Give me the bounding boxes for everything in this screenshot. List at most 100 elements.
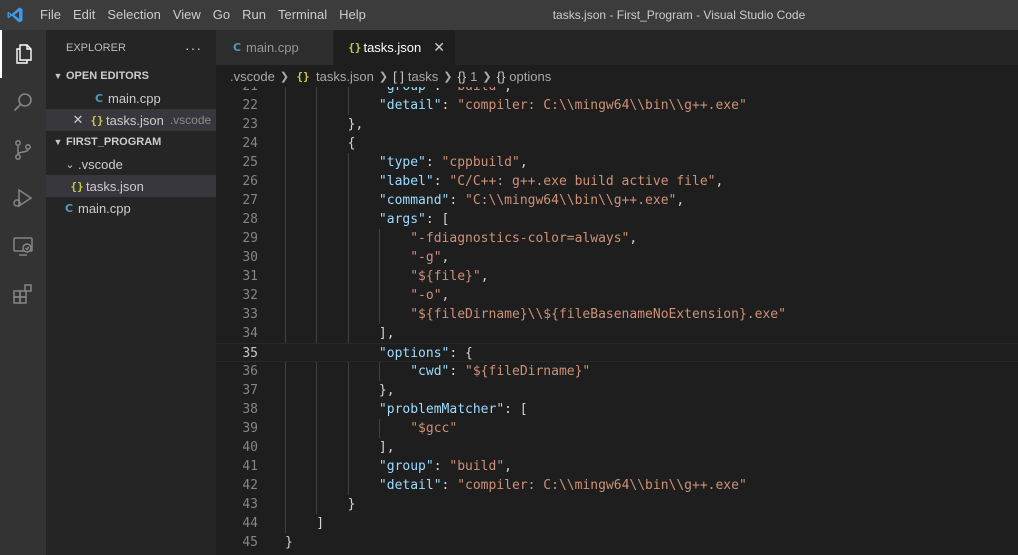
code-line[interactable]: 34 ],	[216, 324, 1018, 343]
code-line[interactable]: 28 "args": [	[216, 210, 1018, 229]
code-line[interactable]: 41 "group": "build",	[216, 457, 1018, 476]
code-line[interactable]: 39 "$gcc"	[216, 419, 1018, 438]
folder-title: FIRST_PROGRAM	[66, 136, 162, 148]
code-line[interactable]: 29 "-fdiagnostics-color=always",	[216, 229, 1018, 248]
search-icon[interactable]	[0, 78, 46, 126]
code-text: "-o",	[410, 288, 450, 303]
menu-terminal[interactable]: Terminal	[272, 0, 333, 30]
code-line[interactable]: 37 },	[216, 381, 1018, 400]
json-file-icon: {}	[90, 113, 104, 127]
code-line[interactable]: 44 ]	[216, 514, 1018, 533]
menu-edit[interactable]: Edit	[67, 0, 101, 30]
code-line[interactable]: 33 "${fileDirname}\\${fileBasenameNoExte…	[216, 305, 1018, 324]
line-number: 21	[216, 87, 258, 96]
code-text: "command": "C:\\mingw64\\bin\\g++.exe",	[378, 193, 685, 208]
tab-tasks-json[interactable]: {} tasks.json ✕	[334, 30, 456, 65]
code-line[interactable]: 31 "${file}",	[216, 267, 1018, 286]
breadcrumb-folder[interactable]: .vscode	[230, 69, 275, 84]
code-text: "problemMatcher": [	[378, 402, 528, 417]
json-file-icon: {}	[348, 41, 362, 54]
line-number: 38	[242, 402, 258, 417]
code-line[interactable]: 21 "group": "build",	[216, 87, 1018, 96]
code-text: "options": {	[378, 346, 473, 361]
open-editor-main-cpp[interactable]: C main.cpp	[46, 87, 216, 109]
open-editor-tasks-json[interactable]: ✕ {} tasks.json .vscode	[46, 109, 216, 131]
chevron-down-icon: ⌄	[65, 158, 75, 171]
line-number: 40	[242, 440, 258, 455]
extensions-icon[interactable]	[0, 270, 46, 318]
code-line[interactable]: 23 },	[216, 115, 1018, 134]
code-line[interactable]: 27 "command": "C:\\mingw64\\bin\\g++.exe…	[216, 191, 1018, 210]
code-line[interactable]: 45}	[216, 533, 1018, 552]
menu-selection[interactable]: Selection	[101, 0, 166, 30]
tab-label: main.cpp	[246, 40, 299, 55]
line-number: 35	[242, 346, 258, 361]
explorer-icon[interactable]	[0, 30, 46, 78]
code-line[interactable]: 42 "detail": "compiler: C:\\mingw64\\bin…	[216, 476, 1018, 495]
breadcrumb-index[interactable]: 1	[470, 69, 477, 84]
editor-tabs: C main.cpp {} tasks.json ✕	[216, 30, 1018, 65]
code-editor[interactable]: 21 "group": "build",22 "detail": "compil…	[216, 87, 1018, 555]
explorer-title: EXPLORER	[66, 41, 126, 54]
breadcrumb-file[interactable]: tasks.json	[316, 69, 374, 84]
code-text: {	[285, 136, 356, 151]
code-text: ]	[285, 516, 325, 531]
close-icon[interactable]: ✕	[433, 39, 445, 56]
chevron-right-icon: ❯	[378, 70, 389, 83]
line-number: 42	[242, 478, 258, 493]
code-line[interactable]: 32 "-o",	[216, 286, 1018, 305]
breadcrumb: .vscode ❯ {} tasks.json ❯ [ ] tasks ❯ {}…	[216, 65, 1018, 87]
tab-main-cpp[interactable]: C main.cpp	[216, 30, 334, 65]
source-control-icon[interactable]	[0, 126, 46, 174]
code-text: "type": "cppbuild",	[378, 155, 528, 170]
code-line[interactable]: 38 "problemMatcher": [	[216, 400, 1018, 419]
json-file-icon: {}	[296, 69, 310, 83]
line-number: 44	[242, 516, 258, 531]
line-number: 29	[242, 231, 258, 246]
code-line[interactable]: 30 "-g",	[216, 248, 1018, 267]
code-line[interactable]: 26 "label": "C/C++: g++.exe build active…	[216, 172, 1018, 191]
code-line[interactable]: 24 {	[216, 134, 1018, 153]
line-number: 22	[242, 98, 258, 113]
remote-explorer-icon[interactable]	[0, 222, 46, 270]
breadcrumb-tasks[interactable]: tasks	[408, 69, 438, 84]
code-line[interactable]: 22 "detail": "compiler: C:\\mingw64\\bin…	[216, 96, 1018, 115]
menu-help[interactable]: Help	[333, 0, 372, 30]
code-text: "-g",	[410, 250, 450, 265]
menu-file[interactable]: File	[34, 0, 67, 30]
line-number: 34	[242, 326, 258, 341]
tree-file-tasks-json[interactable]: {} tasks.json	[46, 175, 216, 197]
code-line[interactable]: 36 "cwd": "${fileDirname}"	[216, 362, 1018, 381]
close-icon[interactable]: ✕	[70, 112, 86, 128]
menu-run[interactable]: Run	[236, 0, 272, 30]
code-line[interactable]: 40 ],	[216, 438, 1018, 457]
tree-file-main-cpp[interactable]: C main.cpp	[46, 197, 216, 219]
line-number: 33	[242, 307, 258, 322]
folder-section[interactable]: ▼ FIRST_PROGRAM	[46, 131, 216, 153]
tree-folder-vscode[interactable]: ⌄ .vscode	[46, 153, 216, 175]
tab-label: tasks.json	[363, 40, 422, 55]
code-text: "group": "build",	[378, 459, 512, 474]
more-actions-icon[interactable]: ···	[185, 40, 202, 56]
code-line[interactable]: 43 }	[216, 495, 1018, 514]
code-text: ],	[285, 326, 395, 341]
breadcrumb-options[interactable]: options	[509, 69, 551, 84]
open-editors-section[interactable]: ▼ OPEN EDITORS	[46, 65, 216, 87]
code-text: "args": [	[378, 212, 450, 227]
code-text: "label": "C/C++: g++.exe build active fi…	[378, 174, 724, 189]
menu-bar: File Edit Selection View Go Run Terminal…	[34, 0, 372, 30]
menu-go[interactable]: Go	[207, 0, 236, 30]
menu-view[interactable]: View	[167, 0, 207, 30]
code-line[interactable]: 25 "type": "cppbuild",	[216, 153, 1018, 172]
code-text: "${file}",	[410, 269, 489, 284]
activity-bar	[0, 30, 46, 555]
tree-file-label: tasks.json	[86, 178, 144, 194]
code-text: "detail": "compiler: C:\\mingw64\\bin\\g…	[378, 98, 747, 113]
run-debug-icon[interactable]	[0, 174, 46, 222]
chevron-right-icon: ❯	[482, 70, 492, 83]
array-icon: [ ]	[393, 68, 404, 84]
chevron-right-icon: ❯	[279, 70, 290, 83]
code-line[interactable]: 35 "options": {	[216, 343, 1018, 362]
line-number: 28	[242, 212, 258, 227]
line-number: 32	[242, 288, 258, 303]
